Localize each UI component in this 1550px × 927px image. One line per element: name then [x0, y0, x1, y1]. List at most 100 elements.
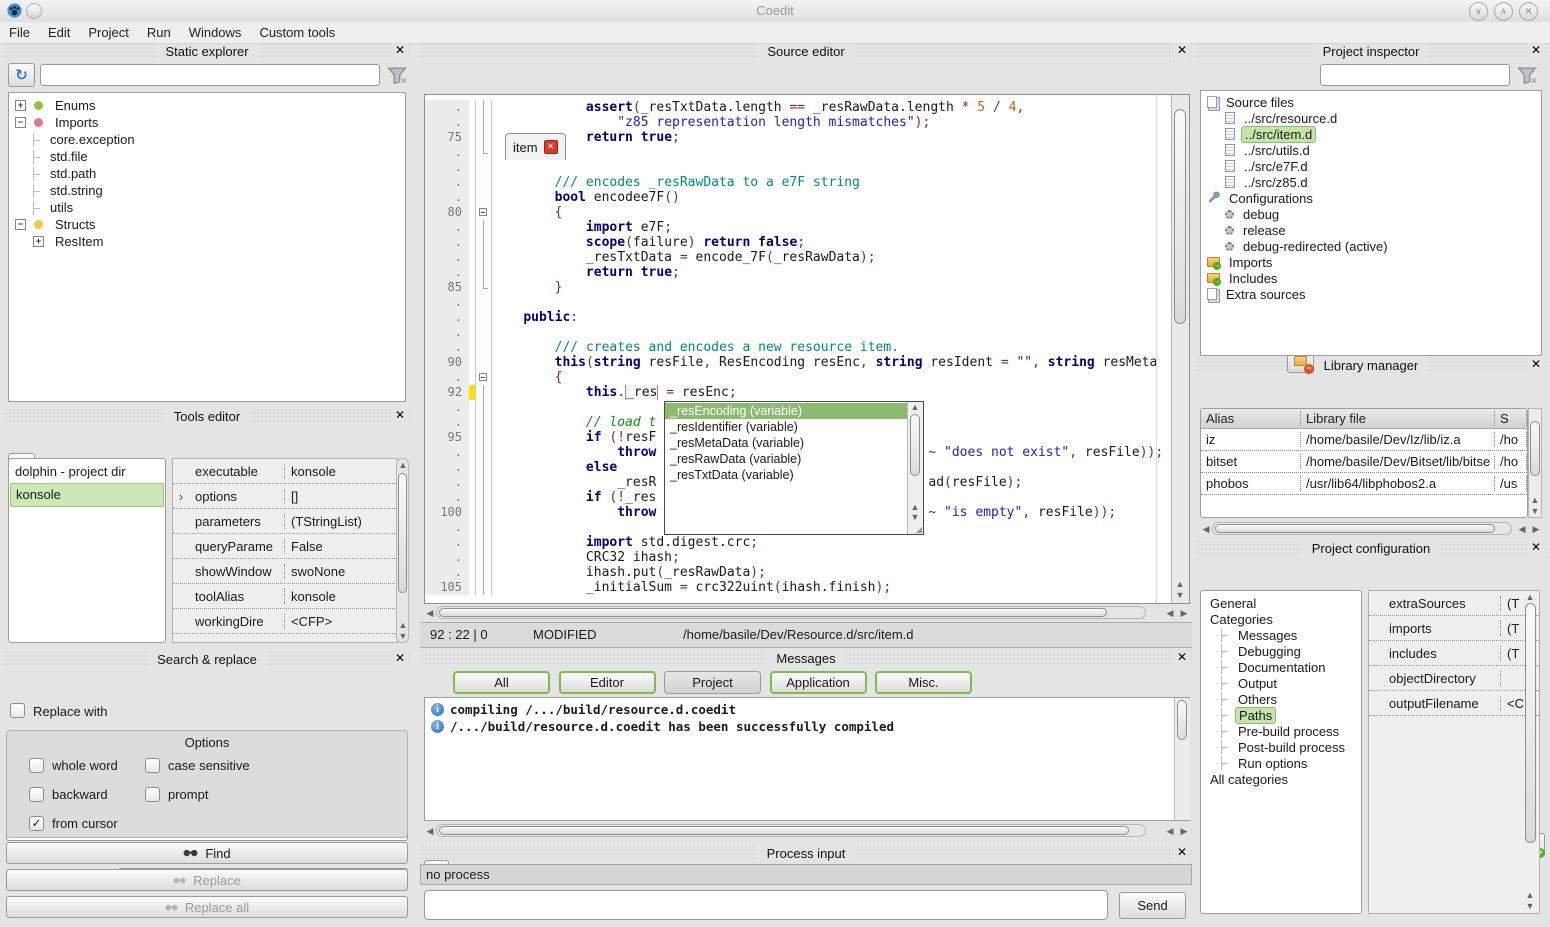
inspector-tree-item[interactable]: Configurations [1201, 190, 1541, 206]
category-item[interactable]: Documentation [1201, 659, 1361, 675]
tab-close-icon[interactable]: ✕ [544, 140, 558, 154]
close-icon[interactable]: ✕ [392, 408, 408, 422]
tree-item[interactable]: −Structs [9, 216, 405, 233]
checkbox-prompt[interactable] [145, 787, 160, 802]
tree-item[interactable]: +Enums [9, 97, 405, 114]
property-row[interactable]: imports(T [1369, 616, 1539, 641]
checkbox-option[interactable]: case sensitive [145, 758, 250, 773]
editor-vscrollbar[interactable]: ▲ ▼ [1171, 95, 1189, 603]
refresh-button[interactable]: ↻ [8, 63, 35, 87]
code-line[interactable]: . [425, 295, 1171, 310]
category-item[interactable]: Paths [1201, 707, 1361, 723]
code-line[interactable]: . assert(_resTxtData.length == _resRawDa… [425, 100, 1171, 115]
find-button[interactable]: Find [6, 842, 408, 864]
replace-with-checkbox[interactable] [10, 703, 25, 718]
property-value[interactable]: konsole [285, 589, 397, 604]
property-row[interactable]: objectDirectory [1369, 666, 1539, 691]
code-line[interactable]: . scope(failure) return false; [425, 235, 1171, 250]
completion-item[interactable]: _resMetaData (variable) [665, 435, 908, 451]
checkbox-whole-word[interactable] [29, 758, 44, 773]
checkbox-option[interactable]: backward [29, 787, 108, 802]
messages-hscrollbar[interactable]: ◀ ◀▶ [424, 823, 1190, 838]
menu-item-project[interactable]: Project [79, 23, 137, 42]
filter-icon[interactable]: ✕ [386, 64, 408, 89]
property-value[interactable]: <CFP> [285, 614, 397, 629]
close-icon[interactable]: ✕ [1528, 43, 1544, 57]
close-icon[interactable]: ✕ [1528, 540, 1544, 554]
code-line[interactable]: . [425, 160, 1171, 175]
column-header[interactable]: Library file [1301, 411, 1495, 426]
close-icon[interactable]: ✕ [392, 651, 408, 665]
completion-item[interactable]: _resEncoding (variable) [665, 403, 908, 419]
fold-margin[interactable] [475, 370, 492, 385]
code-line[interactable]: . CRC32 ihash; [425, 550, 1171, 565]
category-item[interactable]: Output [1201, 675, 1361, 691]
property-row[interactable]: workingDire<CFP> [173, 609, 397, 634]
category-item[interactable]: Pre-build process [1201, 723, 1361, 739]
tree-expander-icon[interactable]: + [33, 236, 44, 247]
code-line[interactable]: 80 { [425, 205, 1171, 220]
code-line[interactable]: . import std.digest.crc; [425, 535, 1171, 550]
library-row[interactable]: iz/home/basile/Dev/Iz/lib/iz.a/ho [1201, 429, 1527, 451]
category-item[interactable]: Debugging [1201, 643, 1361, 659]
property-row[interactable]: executablekonsole [173, 459, 397, 484]
tree-expander-icon[interactable]: − [15, 117, 26, 128]
filter-button-all[interactable]: All [453, 671, 550, 694]
inspector-tree-item[interactable]: ../src/utils.d [1201, 142, 1541, 158]
category-item[interactable]: Categories [1201, 611, 1361, 627]
category-item[interactable]: Run options [1201, 755, 1361, 771]
column-header[interactable]: Alias [1201, 411, 1301, 426]
tab-item[interactable]: item✕ [505, 133, 566, 160]
minimize-button[interactable]: ∨ [1469, 2, 1488, 21]
checkbox-option[interactable]: prompt [145, 787, 208, 802]
tool-list-item[interactable]: konsole [10, 483, 164, 507]
menu-item-file[interactable]: File [0, 23, 39, 42]
library-hscrollbar[interactable]: ◀ ◀▶ [1200, 521, 1542, 536]
inspector-tree-item[interactable]: Source files [1201, 94, 1541, 110]
library-row[interactable]: phobos/usr/lib64/libphobos2.a/us [1201, 473, 1527, 495]
symbol-search-input[interactable] [40, 64, 380, 86]
code-line[interactable]: . "z85 representation length mismatches"… [425, 115, 1171, 130]
editor-hscrollbar[interactable]: ◀ ◀▶ [424, 605, 1190, 620]
tool-list-item[interactable]: dolphin - project dir [10, 461, 164, 483]
category-item[interactable]: Messages [1201, 627, 1361, 643]
process-input-field[interactable] [424, 890, 1108, 920]
inspector-tree-item[interactable]: ../src/z85.d [1201, 174, 1541, 190]
configuration-grid-scrollbar[interactable]: ▲ ▲▼ [1524, 592, 1538, 912]
filter-button-application[interactable]: Application [770, 671, 867, 694]
tools-grid-scrollbar[interactable]: ▲▲▼ [396, 458, 409, 643]
menu-item-run[interactable]: Run [138, 23, 180, 42]
menu-item-custom-tools[interactable]: Custom tools [250, 23, 344, 42]
inspector-tree-item[interactable]: Imports [1201, 254, 1541, 270]
code-line[interactable]: . /// encodes _resRawData to a e7F strin… [425, 175, 1171, 190]
fold-margin[interactable] [475, 205, 492, 220]
filter-button-misc[interactable]: Misc. [875, 671, 972, 694]
property-row[interactable]: toolAliaskonsole [173, 584, 397, 609]
replace-all-button[interactable]: Replace all [6, 896, 408, 918]
inspector-tree-item[interactable]: debug-redirected (active) [1201, 238, 1541, 254]
category-item[interactable]: General [1201, 595, 1361, 611]
property-row[interactable]: parameters(TStringList) [173, 509, 397, 534]
send-button[interactable]: Send [1119, 892, 1186, 919]
messages-vscrollbar[interactable] [1174, 698, 1190, 820]
inspector-tree-item[interactable]: Extra sources [1201, 286, 1541, 302]
property-row[interactable]: extraSources(T [1369, 591, 1539, 616]
menu-item-edit[interactable]: Edit [39, 23, 79, 42]
property-value[interactable]: [] [285, 489, 397, 504]
tree-item[interactable]: std.path [9, 165, 405, 182]
property-row[interactable]: outputFilename<C [1369, 691, 1539, 716]
inspector-tree-item[interactable]: Includes [1201, 270, 1541, 286]
property-row[interactable]: ›options[] [173, 484, 397, 509]
menu-item-windows[interactable]: Windows [180, 23, 251, 42]
close-icon[interactable]: ✕ [1174, 845, 1190, 859]
completion-item[interactable]: _resIdentifier (variable) [665, 419, 908, 435]
code-line[interactable]: 85 } [425, 280, 1171, 295]
code-line[interactable]: . return true; [425, 265, 1171, 280]
property-row[interactable]: showWindowswoNone [173, 559, 397, 584]
code-line[interactable]: . _resTxtData = encode_7F(_resRawData); [425, 250, 1171, 265]
completion-item[interactable]: _resRawData (variable) [665, 451, 908, 467]
inspector-tree-item[interactable]: release [1201, 222, 1541, 238]
tree-item[interactable]: utils [9, 199, 405, 216]
completion-scrollbar[interactable]: ▲ ▲ ▼ ◢ [907, 402, 923, 534]
property-value[interactable]: swoNone [285, 564, 397, 579]
